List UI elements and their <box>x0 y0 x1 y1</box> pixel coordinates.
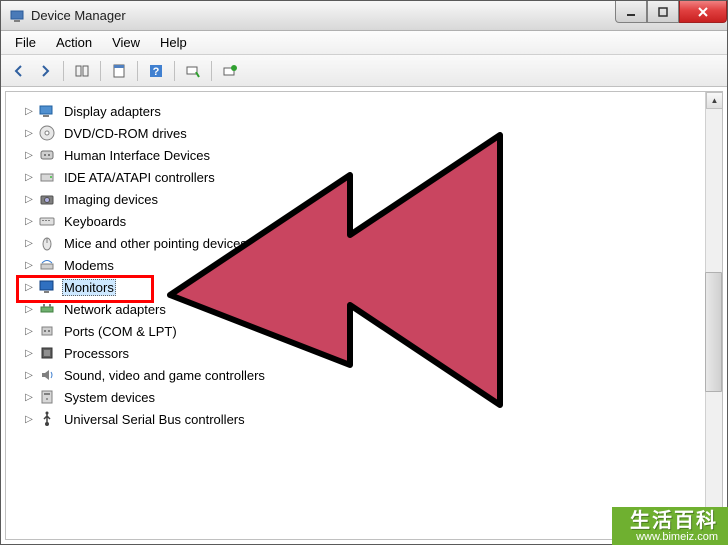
network-icon <box>38 300 56 318</box>
camera-icon <box>38 190 56 208</box>
tree-item-dvd-cdrom[interactable]: ▷ DVD/CD-ROM drives <box>10 122 718 144</box>
expand-icon[interactable]: ▷ <box>24 348 34 358</box>
speaker-icon <box>38 366 56 384</box>
toolbar-separator <box>63 61 64 81</box>
svg-text:?: ? <box>153 66 160 78</box>
menu-view[interactable]: View <box>102 33 150 52</box>
help-button[interactable]: ? <box>144 59 168 83</box>
expand-icon[interactable]: ▷ <box>24 392 34 402</box>
tree-item-modems[interactable]: ▷ Modems <box>10 254 718 276</box>
tree-item-sound[interactable]: ▷ Sound, video and game controllers <box>10 364 718 386</box>
tree-item-label: Processors <box>62 346 131 361</box>
expand-icon[interactable]: ▷ <box>24 216 34 226</box>
toolbar: ? <box>1 55 727 87</box>
expand-icon[interactable]: ▷ <box>24 238 34 248</box>
maximize-button[interactable] <box>647 1 679 23</box>
device-tree[interactable]: ▷ Display adapters ▷ DVD/CD-ROM drives ▷ Huma… <box>6 92 722 539</box>
hid-icon <box>38 146 56 164</box>
device-manager-window: Device Manager File Action View Help ? ▷… <box>0 0 728 545</box>
keyboard-icon <box>38 212 56 230</box>
menubar: File Action View Help <box>1 31 727 55</box>
tree-item-display-adapters[interactable]: ▷ Display adapters <box>10 100 718 122</box>
tree-item-usb[interactable]: ▷ Universal Serial Bus controllers <box>10 408 718 430</box>
expand-icon[interactable]: ▷ <box>24 128 34 138</box>
scroll-up-button[interactable]: ▲ <box>706 92 723 109</box>
window-title: Device Manager <box>31 8 126 23</box>
show-hide-console-tree-button[interactable] <box>70 59 94 83</box>
watermark-text-cn: 生活百科 <box>630 511 718 531</box>
tree-item-label: System devices <box>62 390 157 405</box>
properties-button[interactable] <box>107 59 131 83</box>
tree-item-processors[interactable]: ▷ Processors <box>10 342 718 364</box>
expand-icon[interactable]: ▷ <box>24 194 34 204</box>
scroll-thumb[interactable] <box>705 272 722 392</box>
tree-item-label: Mice and other pointing devices <box>62 236 249 251</box>
tree-item-ports[interactable]: ▷ Ports (COM & LPT) <box>10 320 718 342</box>
tree-item-network[interactable]: ▷ Network adapters <box>10 298 718 320</box>
expand-icon[interactable]: ▷ <box>24 260 34 270</box>
device-tree-panel: ▷ Display adapters ▷ DVD/CD-ROM drives ▷ Huma… <box>5 91 723 540</box>
menu-help[interactable]: Help <box>150 33 197 52</box>
disc-icon <box>38 124 56 142</box>
port-icon <box>38 322 56 340</box>
menu-action[interactable]: Action <box>46 33 102 52</box>
expand-icon[interactable]: ▷ <box>24 172 34 182</box>
tree-item-ide[interactable]: ▷ IDE ATA/ATAPI controllers <box>10 166 718 188</box>
toolbar-separator <box>100 61 101 81</box>
vertical-scrollbar[interactable]: ▲ ▼ <box>705 92 722 539</box>
tree-item-label: Display adapters <box>62 104 163 119</box>
cpu-icon <box>38 344 56 362</box>
tree-item-keyboards[interactable]: ▷ Keyboards <box>10 210 718 232</box>
expand-icon[interactable]: ▷ <box>24 304 34 314</box>
tree-item-mice[interactable]: ▷ Mice and other pointing devices <box>10 232 718 254</box>
menu-file[interactable]: File <box>5 33 46 52</box>
toolbar-separator <box>137 61 138 81</box>
tree-item-system[interactable]: ▷ System devices <box>10 386 718 408</box>
tree-item-label: Monitors <box>62 279 116 296</box>
expand-icon[interactable]: ▷ <box>24 282 34 292</box>
tree-item-label: DVD/CD-ROM drives <box>62 126 189 141</box>
window-controls <box>615 1 727 23</box>
expand-icon[interactable]: ▷ <box>24 106 34 116</box>
expand-icon[interactable]: ▷ <box>24 326 34 336</box>
watermark-url: www.bimeiz.com <box>630 531 718 543</box>
tree-item-hid[interactable]: ▷ Human Interface Devices <box>10 144 718 166</box>
titlebar[interactable]: Device Manager <box>1 1 727 31</box>
close-button[interactable] <box>679 1 727 23</box>
tree-item-label: Human Interface Devices <box>62 148 212 163</box>
tree-item-label: Network adapters <box>62 302 168 317</box>
expand-icon[interactable]: ▷ <box>24 414 34 424</box>
minimize-button[interactable] <box>615 1 647 23</box>
back-button[interactable] <box>7 59 31 83</box>
modem-icon <box>38 256 56 274</box>
tree-item-label: Imaging devices <box>62 192 160 207</box>
tree-item-monitors[interactable]: ▷ Monitors <box>10 276 718 298</box>
monitor-card-icon <box>38 102 56 120</box>
tree-item-label: Universal Serial Bus controllers <box>62 412 247 427</box>
expand-icon[interactable]: ▷ <box>24 150 34 160</box>
tree-item-imaging[interactable]: ▷ Imaging devices <box>10 188 718 210</box>
monitor-icon <box>38 278 56 296</box>
tree-item-label: Keyboards <box>62 214 128 229</box>
tree-item-label: Ports (COM & LPT) <box>62 324 179 339</box>
watermark: 生活百科 www.bimeiz.com <box>612 507 728 545</box>
system-icon <box>38 388 56 406</box>
toolbar-separator <box>211 61 212 81</box>
mouse-icon <box>38 234 56 252</box>
usb-icon <box>38 410 56 428</box>
app-icon <box>9 8 25 24</box>
tree-item-label: Sound, video and game controllers <box>62 368 267 383</box>
drive-icon <box>38 168 56 186</box>
scan-hardware-button[interactable] <box>181 59 205 83</box>
tree-item-label: IDE ATA/ATAPI controllers <box>62 170 217 185</box>
toolbar-separator <box>174 61 175 81</box>
tree-item-label: Modems <box>62 258 116 273</box>
expand-icon[interactable]: ▷ <box>24 370 34 380</box>
update-driver-button[interactable] <box>218 59 242 83</box>
forward-button[interactable] <box>33 59 57 83</box>
